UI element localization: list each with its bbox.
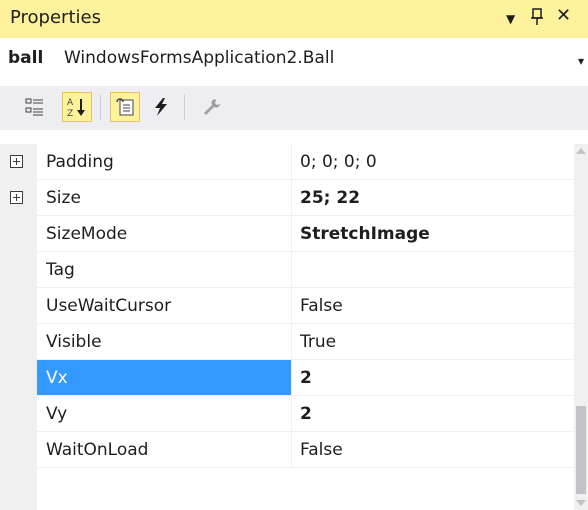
- property-row-usewaitcursor[interactable]: UseWaitCursor False: [0, 288, 574, 324]
- property-grid: Padding 0; 0; 0; 0 Size 25; 22 SizeMode …: [0, 144, 574, 510]
- property-name[interactable]: Vy: [37, 396, 292, 432]
- svg-text:A: A: [67, 98, 74, 108]
- scroll-up-icon[interactable]: [576, 148, 586, 154]
- property-value[interactable]: 2: [292, 360, 574, 396]
- property-value[interactable]: StretchImage: [292, 216, 574, 252]
- dropdown-arrow-icon[interactable]: ▼: [506, 12, 515, 26]
- events-button[interactable]: [146, 92, 176, 122]
- properties-button[interactable]: [110, 92, 140, 122]
- property-name[interactable]: WaitOnLoad: [37, 432, 292, 468]
- property-row-visible[interactable]: Visible True: [0, 324, 574, 360]
- object-type: WindowsFormsApplication2.Ball: [64, 48, 335, 68]
- chevron-down-icon[interactable]: ▾: [578, 54, 584, 68]
- expand-icon[interactable]: [10, 155, 23, 168]
- property-row-padding[interactable]: Padding 0; 0; 0; 0: [0, 144, 574, 180]
- toolbar-separator: [184, 94, 185, 120]
- properties-icon: [116, 98, 134, 116]
- events-icon: [155, 98, 167, 116]
- property-value[interactable]: False: [292, 288, 574, 324]
- property-value[interactable]: False: [292, 432, 574, 468]
- categorized-button[interactable]: [20, 92, 50, 122]
- pin-icon[interactable]: [530, 8, 544, 30]
- property-name[interactable]: UseWaitCursor: [37, 288, 292, 324]
- property-name[interactable]: Vx: [37, 360, 292, 396]
- alphabetical-button[interactable]: A Z: [62, 92, 92, 122]
- property-name[interactable]: Visible: [37, 324, 292, 360]
- panel-title: Properties: [10, 7, 101, 28]
- property-value[interactable]: 25; 22: [292, 180, 574, 216]
- object-selector[interactable]: ball WindowsFormsApplication2.Ball ▾: [0, 38, 588, 80]
- svg-text:Z: Z: [67, 109, 73, 118]
- property-row-sizemode[interactable]: SizeMode StretchImage: [0, 216, 574, 252]
- property-value[interactable]: 0; 0; 0; 0: [292, 144, 574, 180]
- property-row-vy[interactable]: Vy 2: [0, 396, 574, 432]
- properties-toolbar: A Z: [0, 86, 588, 130]
- scroll-down-icon[interactable]: [576, 500, 586, 506]
- vertical-scrollbar[interactable]: [574, 144, 588, 510]
- alphabetical-icon: A Z: [67, 98, 85, 118]
- properties-title-bar: Properties ▼ ✕: [0, 0, 588, 38]
- property-row-tag[interactable]: Tag: [0, 252, 574, 288]
- property-value[interactable]: 2: [292, 396, 574, 432]
- object-name: ball: [8, 48, 44, 68]
- property-row-size[interactable]: Size 25; 22: [0, 180, 574, 216]
- wrench-icon: [204, 99, 220, 115]
- property-name[interactable]: SizeMode: [37, 216, 292, 252]
- property-value[interactable]: [292, 252, 574, 288]
- property-name[interactable]: Padding: [37, 144, 292, 180]
- scrollbar-thumb[interactable]: [576, 406, 586, 494]
- expand-icon[interactable]: [10, 191, 23, 204]
- property-row-waitonload[interactable]: WaitOnLoad False: [0, 432, 574, 468]
- property-name[interactable]: Tag: [37, 252, 292, 288]
- property-value[interactable]: True: [292, 324, 574, 360]
- toolbar-separator: [100, 94, 101, 120]
- property-name[interactable]: Size: [37, 180, 292, 216]
- close-icon[interactable]: ✕: [556, 5, 571, 26]
- property-row-vx[interactable]: Vx 2: [0, 360, 574, 396]
- property-pages-button[interactable]: [196, 92, 226, 122]
- categorized-icon: [25, 98, 43, 116]
